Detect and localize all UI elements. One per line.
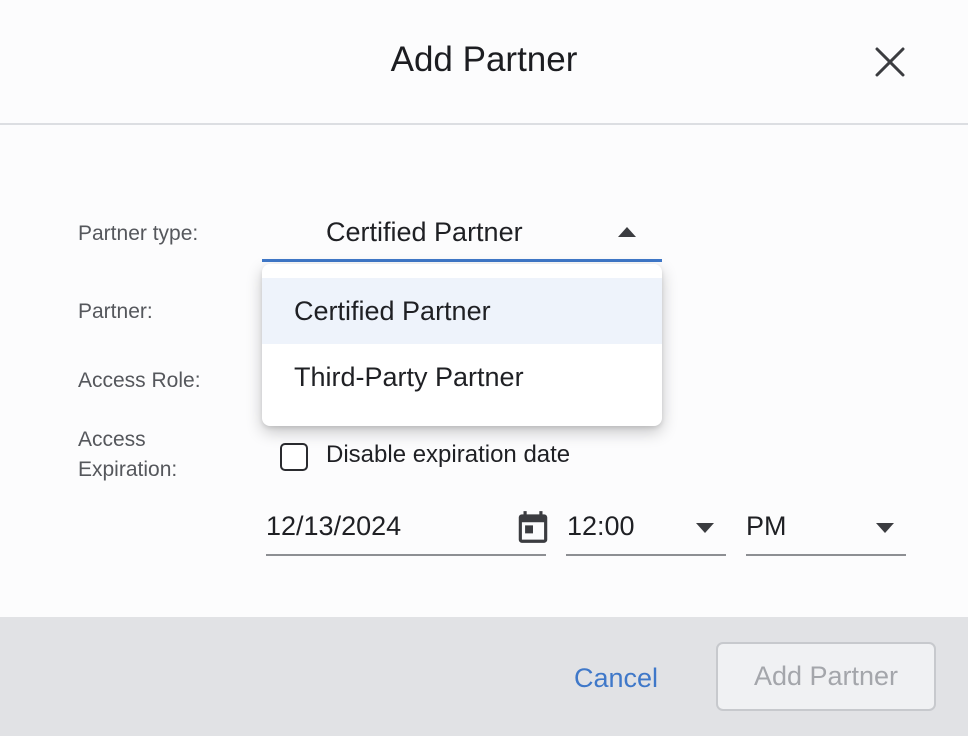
- partner-type-value: Certified Partner: [326, 217, 523, 247]
- partner-label: Partner:: [78, 300, 153, 323]
- disable-expiration-checkbox[interactable]: [280, 443, 308, 471]
- close-button[interactable]: [868, 40, 912, 84]
- partner-type-label: Partner type:: [78, 222, 199, 245]
- close-icon: [875, 47, 905, 77]
- date-underline: [266, 554, 546, 556]
- caret-up-icon: [618, 227, 636, 237]
- add-partner-button[interactable]: Add Partner: [716, 642, 936, 711]
- dialog-header: Add Partner: [0, 0, 968, 125]
- partner-type-underline: [262, 259, 662, 262]
- time-underline: [566, 554, 726, 556]
- ampm-underline: [746, 554, 906, 556]
- access-expiration-label-line2: Expiration:: [78, 458, 178, 481]
- cancel-button[interactable]: Cancel: [574, 660, 658, 696]
- caret-down-icon: [876, 523, 894, 533]
- disable-expiration-label[interactable]: Disable expiration date: [326, 439, 570, 471]
- ampm-value: PM: [746, 511, 787, 541]
- partner-type-dropdown: Certified Partner Third-Party Partner: [262, 264, 662, 426]
- access-expiration-label-line1: Access: [78, 428, 146, 451]
- dropdown-option-third-party-partner[interactable]: Third-Party Partner: [262, 344, 662, 410]
- date-value: 12/13/2024: [266, 511, 402, 541]
- access-role-label: Access Role:: [78, 369, 201, 392]
- dialog-title: Add Partner: [390, 40, 578, 79]
- time-value: 12:00: [567, 511, 635, 541]
- calendar-icon[interactable]: [514, 508, 552, 546]
- dropdown-option-certified-partner[interactable]: Certified Partner: [262, 278, 662, 344]
- caret-down-icon: [696, 523, 714, 533]
